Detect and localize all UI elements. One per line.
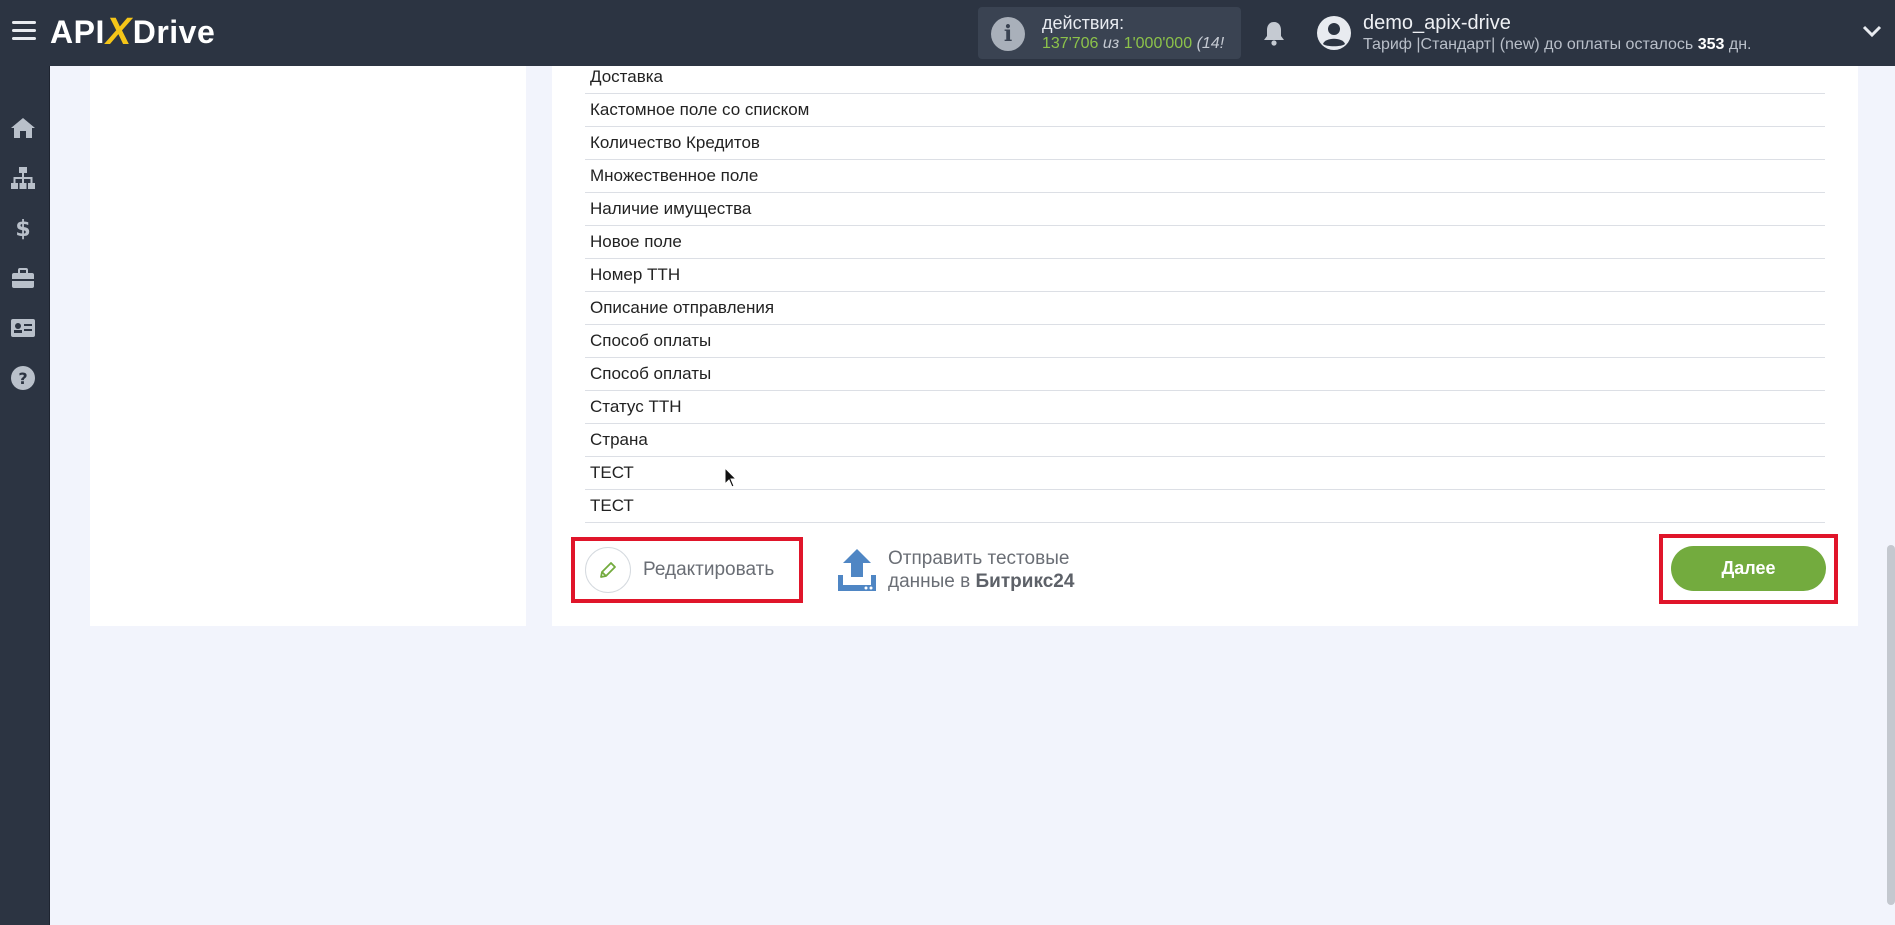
- svg-text:$: $: [15, 217, 30, 242]
- page-scrollbar[interactable]: [1887, 545, 1895, 905]
- field-row: Номер ТТН: [585, 259, 1825, 292]
- sidebar: $ ?: [0, 66, 50, 925]
- user-avatar-icon[interactable]: [1316, 15, 1352, 51]
- field-row: Способ оплаты: [585, 358, 1825, 391]
- field-row: Страна: [585, 424, 1825, 457]
- field-row: Описание отправления: [585, 292, 1825, 325]
- next-button[interactable]: Далее: [1671, 546, 1826, 591]
- sitemap-icon[interactable]: [9, 164, 39, 194]
- send-test-data-label: Отправить тестовые данные в Битрикс24: [888, 548, 1075, 592]
- field-row: Доставка: [585, 66, 1825, 94]
- pencil-icon: [585, 547, 631, 593]
- field-row: ТЕСТ: [585, 490, 1825, 523]
- field-row: ТЕСТ: [585, 457, 1825, 490]
- plan-info: Тариф |Стандарт| (new) до оплаты осталос…: [1363, 36, 1752, 53]
- left-panel: [90, 66, 526, 626]
- hamburger-menu-icon[interactable]: [12, 21, 36, 43]
- field-row: Множественное поле: [585, 160, 1825, 193]
- field-row: Новое поле: [585, 226, 1825, 259]
- home-icon[interactable]: [9, 114, 39, 144]
- bell-icon[interactable]: [1262, 20, 1286, 46]
- mouse-cursor-icon: [724, 467, 738, 488]
- chevron-down-icon[interactable]: [1862, 24, 1882, 38]
- field-row: Статус ТТН: [585, 391, 1825, 424]
- svg-text:?: ?: [18, 369, 27, 388]
- info-icon[interactable]: i: [991, 17, 1025, 51]
- actions-label: действия:: [1042, 13, 1125, 33]
- dollar-icon[interactable]: $: [9, 214, 39, 244]
- edit-button[interactable]: Редактировать: [585, 545, 774, 595]
- help-icon[interactable]: ?: [9, 364, 39, 394]
- field-row: Наличие имущества: [585, 193, 1825, 226]
- field-row: Количество Кредитов: [585, 127, 1825, 160]
- actions-count: 137'706 из 1'000'000 (14!: [1042, 35, 1225, 52]
- send-test-data-button[interactable]: Отправить тестовые данные в Битрикс24: [836, 545, 1074, 595]
- actions-counter: i действия: 137'706 из 1'000'000 (14!: [978, 7, 1241, 59]
- field-row: Способ оплаты: [585, 325, 1825, 358]
- top-bar: API X Drive i действия: 137'706 из 1'000'0…: [0, 0, 1895, 66]
- briefcase-icon[interactable]: [9, 264, 39, 294]
- edit-button-label: Редактировать: [643, 559, 775, 580]
- field-row: Кастомное поле со списком: [585, 94, 1825, 127]
- apix-drive-logo[interactable]: API X Drive: [50, 11, 215, 53]
- id-card-icon[interactable]: [9, 314, 39, 344]
- field-list: Доставка Кастомное поле со списком Колич…: [585, 66, 1825, 523]
- user-name[interactable]: demo_apix-drive: [1363, 12, 1511, 35]
- upload-icon: [838, 549, 876, 591]
